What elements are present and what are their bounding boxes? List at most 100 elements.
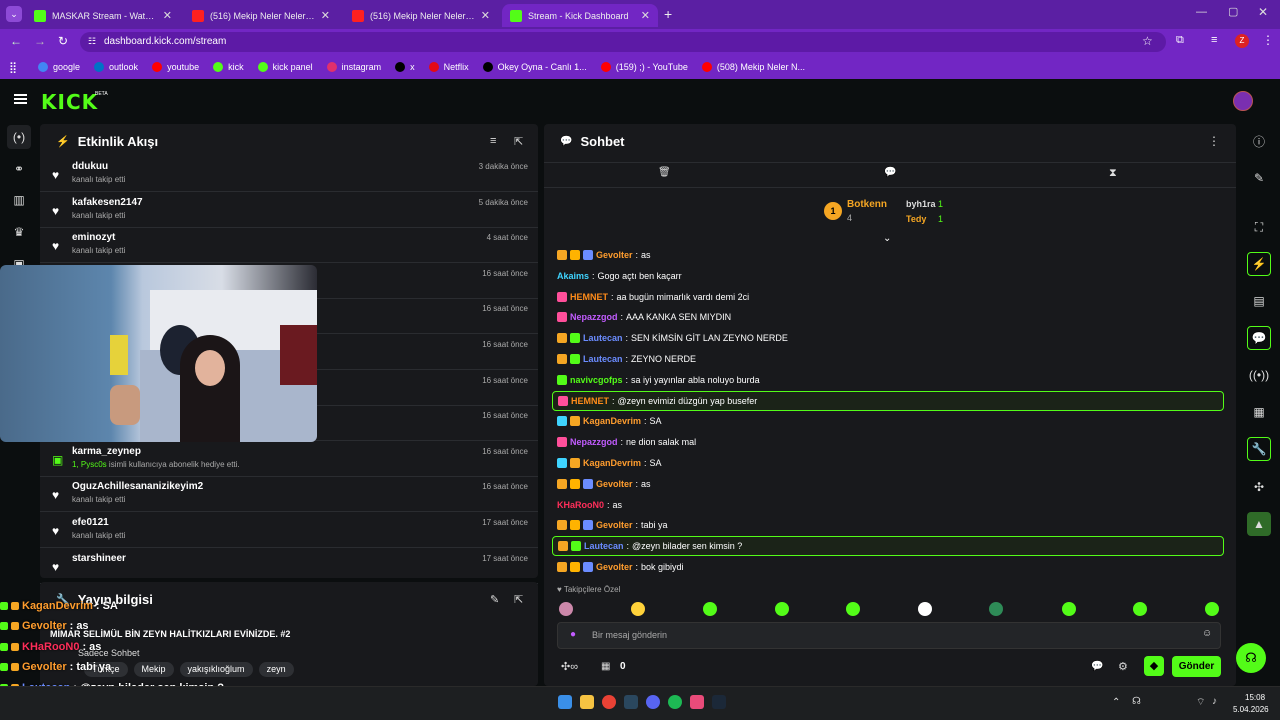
- activity-icon[interactable]: ⚡: [1247, 252, 1271, 276]
- emote-icon[interactable]: [631, 602, 645, 616]
- chat-username[interactable]: Gevolter: [596, 520, 633, 530]
- bookmark-item[interactable]: kick: [213, 62, 244, 72]
- stream-info-popout-icon[interactable]: ⇱: [514, 593, 523, 606]
- broadcast-icon[interactable]: ((•)): [1247, 363, 1271, 387]
- stream-tag[interactable]: Mekip: [133, 662, 174, 677]
- forward-icon[interactable]: →: [34, 34, 46, 48]
- chat-username[interactable]: navivcgofps: [570, 375, 623, 385]
- chat-username[interactable]: Gevolter: [596, 562, 633, 572]
- hamburger-menu-icon[interactable]: [14, 94, 27, 104]
- headset-icon[interactable]: ☊: [1132, 696, 1141, 707]
- emote-icon[interactable]: [703, 602, 717, 616]
- stream-icon[interactable]: (•): [7, 125, 31, 149]
- tab-close-icon[interactable]: ✕: [163, 9, 172, 22]
- close-window-button[interactable]: ✕: [1258, 5, 1268, 19]
- spotify-icon[interactable]: [668, 695, 682, 709]
- bookmark-item[interactable]: instagram: [326, 62, 381, 72]
- maximize-button[interactable]: ▢: [1228, 5, 1238, 18]
- back-icon[interactable]: ←: [10, 34, 22, 48]
- chat-username[interactable]: Lautecan: [583, 354, 623, 364]
- settings-icon[interactable]: ⚙: [1118, 660, 1128, 673]
- chat-icon[interactable]: 💬: [1247, 326, 1271, 350]
- browser-tab[interactable]: Stream - Kick Dashboard ✕: [502, 4, 658, 27]
- emote-icon[interactable]: [559, 602, 573, 616]
- emote-icon[interactable]: [989, 602, 1003, 616]
- points-icon[interactable]: ✣∞: [561, 660, 578, 673]
- emote-icon[interactable]: [846, 602, 860, 616]
- support-button[interactable]: ☊: [1236, 643, 1266, 673]
- chat-username[interactable]: Akaims: [557, 271, 589, 281]
- activity-username[interactable]: OguzAchillesananizikeyim2: [72, 481, 203, 492]
- volume-icon[interactable]: ♪: [1212, 696, 1217, 707]
- new-tab-button[interactable]: +: [664, 6, 672, 22]
- user-avatar[interactable]: [1233, 91, 1253, 111]
- chat-username[interactable]: KaganDevrim: [583, 416, 641, 426]
- menu-icon[interactable]: ⋮: [1262, 33, 1274, 47]
- tab-close-icon[interactable]: ✕: [481, 9, 490, 22]
- site-info-icon[interactable]: ☷: [88, 36, 96, 47]
- browser-tab[interactable]: (516) Mekip Neler Neler 59.8ö... ✕: [184, 4, 338, 27]
- popout-icon[interactable]: ⇱: [514, 135, 523, 148]
- link-icon[interactable]: ⚭: [7, 157, 31, 181]
- chat-username[interactable]: KaganDevrim: [583, 458, 641, 468]
- bookmark-item[interactable]: (159) ;) - YouTube: [600, 62, 688, 72]
- stream-tag[interactable]: zeyn: [258, 662, 294, 677]
- chat-input[interactable]: ● Bir mesaj gönderin ☺: [557, 622, 1221, 649]
- profile-avatar[interactable]: Z: [1235, 34, 1249, 48]
- chat-username[interactable]: Nepazzgod: [570, 312, 618, 322]
- discord-icon[interactable]: [646, 695, 660, 709]
- store-small-icon[interactable]: ▦: [601, 661, 610, 672]
- store-icon[interactable]: ▦: [1247, 400, 1271, 424]
- analytics-icon[interactable]: ▥: [7, 188, 31, 212]
- emoji-icon[interactable]: ☺: [1202, 628, 1212, 639]
- chat-username[interactable]: Lautecan: [584, 541, 624, 551]
- app-icon[interactable]: [690, 695, 704, 709]
- emote-icon[interactable]: [1133, 602, 1147, 616]
- tab-close-icon[interactable]: ✕: [641, 9, 650, 22]
- chat-username[interactable]: HEMNET: [570, 292, 608, 302]
- emote-icon[interactable]: [1062, 602, 1076, 616]
- chat-username[interactable]: KHaRooN0: [557, 500, 604, 510]
- chat-menu-icon[interactable]: ⋮: [1208, 134, 1220, 148]
- bookmark-item[interactable]: kick panel: [257, 62, 313, 72]
- integrations-icon[interactable]: ✣: [1247, 475, 1271, 499]
- activity-username[interactable]: karma_zeynep: [72, 446, 141, 457]
- emote-icon[interactable]: [918, 602, 932, 616]
- notes-icon[interactable]: ▤: [1247, 289, 1271, 313]
- tools-icon[interactable]: 🔧: [1247, 437, 1271, 461]
- kick-logo[interactable]: KICK: [41, 90, 98, 114]
- chat-tab-icon[interactable]: 💬: [884, 167, 896, 178]
- tray-chevron-icon[interactable]: ⌃: [1112, 697, 1120, 708]
- mic-icon[interactable]: ●: [570, 629, 576, 640]
- trophy-icon[interactable]: ♛: [7, 220, 31, 244]
- emote-icon[interactable]: [1205, 602, 1219, 616]
- bookmark-item[interactable]: outlook: [94, 62, 138, 72]
- activity-username[interactable]: kafakesen2147: [72, 197, 143, 208]
- filter-icon[interactable]: ≡: [490, 135, 496, 147]
- emote-icon[interactable]: [775, 602, 789, 616]
- bookmark-item[interactable]: Okey Oyna - Canlı 1...: [482, 62, 587, 72]
- chat-username[interactable]: Gevolter: [596, 250, 633, 260]
- tab-search-icon[interactable]: ⌄: [6, 6, 22, 22]
- browser-tab[interactable]: MASKAR Stream - Watch Live o... ✕: [26, 4, 180, 27]
- bookmark-item[interactable]: youtube: [152, 62, 199, 72]
- info-icon[interactable]: ⓘ: [1247, 129, 1271, 153]
- bookmark-item[interactable]: (508) Mekip Neler N...: [701, 62, 805, 72]
- trash-icon[interactable]: 🗑: [658, 167, 671, 178]
- apps-icon[interactable]: ⣿: [9, 61, 17, 74]
- minimize-button[interactable]: —: [1196, 6, 1207, 18]
- reload-icon[interactable]: ↻: [58, 34, 68, 48]
- browser-tab[interactable]: (516) Mekip Neler Neler 60.8ö... ✕: [344, 4, 498, 27]
- game-icon[interactable]: ▲: [1247, 512, 1271, 536]
- steam-2-icon[interactable]: [712, 695, 726, 709]
- activity-username[interactable]: starshineer: [72, 553, 126, 564]
- chat-username[interactable]: HEMNET: [571, 396, 609, 406]
- windows-start-icon[interactable]: [558, 695, 572, 709]
- chat-username[interactable]: Gevolter: [596, 479, 633, 489]
- hourglass-icon[interactable]: ⧗: [1109, 167, 1117, 180]
- extensions-icon[interactable]: ⧉: [1176, 34, 1184, 47]
- bookmark-star-icon[interactable]: ☆: [1142, 34, 1153, 48]
- kick-emote-button[interactable]: ◆: [1144, 656, 1164, 676]
- bookmark-item[interactable]: google: [38, 62, 80, 72]
- edit-stream-icon[interactable]: ✎: [490, 593, 499, 606]
